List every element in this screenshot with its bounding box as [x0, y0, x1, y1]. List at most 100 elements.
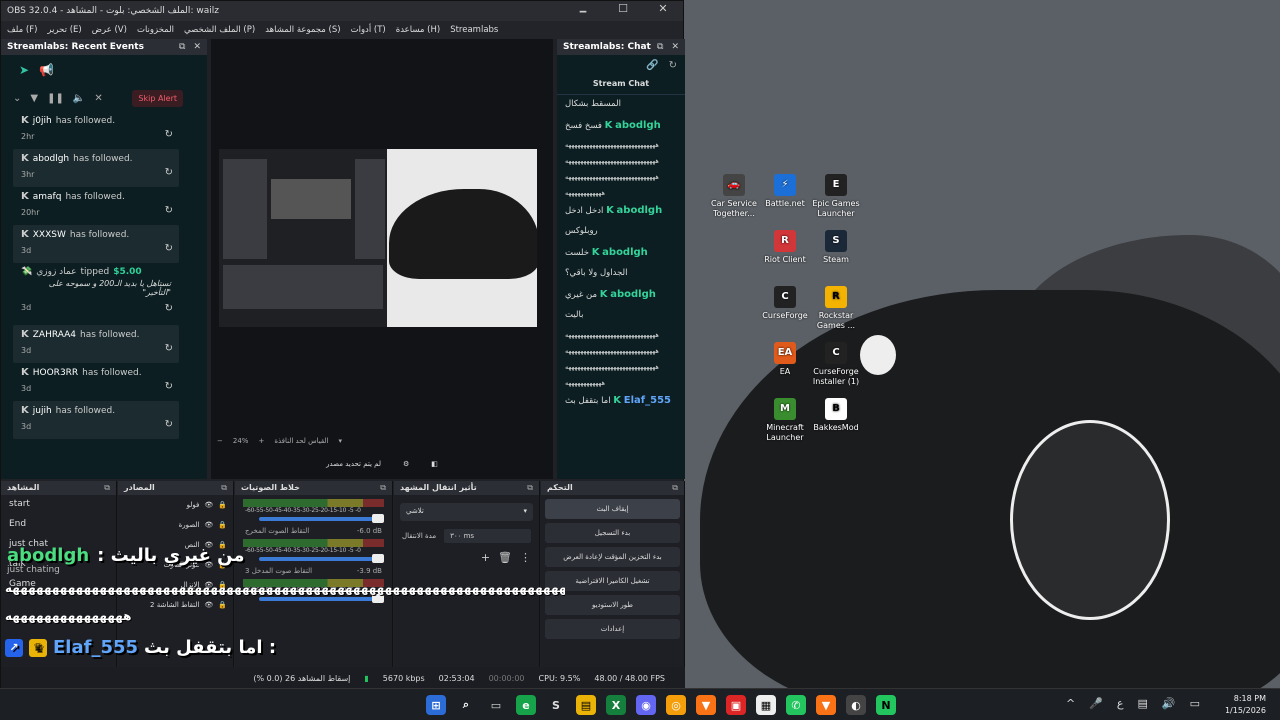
megaphone-icon[interactable]: 📢	[39, 63, 54, 77]
replay-icon[interactable]: ↻	[165, 419, 173, 430]
replay-icon[interactable]: ↻	[165, 343, 173, 354]
desktop-icon-curseforge-installer[interactable]: C CurseForge Installer (1)	[804, 342, 868, 387]
network-icon[interactable]: ▤	[1137, 697, 1147, 710]
replay-icon[interactable]: ↻	[165, 303, 173, 314]
undock-icon[interactable]: ⧉	[672, 483, 678, 493]
scene-item[interactable]: talk	[1, 555, 116, 575]
nvidia-icon[interactable]: N	[876, 695, 896, 715]
pause-icon[interactable]: ❚❚	[47, 93, 64, 104]
app-icon[interactable]: ▦	[756, 695, 776, 715]
source-item[interactable]: الإنزال 👁 🔒	[118, 575, 233, 595]
steam-taskbar-icon[interactable]: S	[546, 695, 566, 715]
gear-icon[interactable]: ⚙	[403, 460, 409, 468]
sources-dock: المصادر ⧉ فولو 👁 🔒 الصورة 👁 🔒 النص 👁 🔒 مؤثر الص…	[118, 481, 234, 667]
menu-docks[interactable]: المخزونات	[137, 25, 174, 35]
skip-alert-button[interactable]: Skip Alert	[132, 89, 183, 107]
undock-icon[interactable]: ⧉	[380, 483, 386, 493]
transition-select[interactable]: تلاشي ▾	[400, 503, 533, 521]
brave-icon[interactable]: ▼	[696, 695, 716, 715]
obs-icon[interactable]: ◐	[846, 695, 866, 715]
menu-view[interactable]: عرض (V)	[92, 25, 127, 35]
desktop-icon-steam[interactable]: S Steam	[804, 230, 868, 265]
undock-icon[interactable]: ⧉	[179, 42, 185, 52]
edge-icon[interactable]: e	[516, 695, 536, 715]
xbox-icon[interactable]: X	[606, 695, 626, 715]
scene-item[interactable]: End	[1, 515, 116, 535]
close-dock-icon[interactable]: ✕	[671, 42, 679, 52]
app-icon[interactable]: ▣	[726, 695, 746, 715]
desktop-icon-epic-games[interactable]: E Epic Games Launcher	[804, 174, 868, 219]
maximize-button[interactable]: ☐	[603, 2, 643, 21]
volume-slider[interactable]	[259, 554, 384, 563]
replay-buffer-button[interactable]: بدء التخزين المؤقت لإعادة العرض	[545, 547, 680, 567]
scene-item[interactable]: start	[1, 495, 116, 515]
undock-icon[interactable]: ⧉	[104, 483, 110, 493]
desktop-icon-rockstar[interactable]: R Rockstar Games ...	[804, 286, 868, 331]
minimize-button[interactable]: 🗕	[563, 2, 603, 21]
replay-icon[interactable]: ↻	[165, 205, 173, 216]
zoom-in-button[interactable]: +	[258, 437, 264, 445]
zoom-dropdown-icon[interactable]: ▾	[339, 437, 343, 445]
volume-icon[interactable]: 🔊	[1162, 697, 1176, 710]
search-icon[interactable]: ⌕	[456, 695, 476, 715]
volume-icon[interactable]: 🔈	[73, 93, 85, 104]
discord-icon[interactable]: ◉	[636, 695, 656, 715]
start-icon[interactable]: ⊞	[426, 695, 446, 715]
file-explorer-icon[interactable]: ▤	[576, 695, 596, 715]
zoom-out-button[interactable]: −	[217, 437, 223, 445]
filters-icon[interactable]: ◧	[431, 460, 438, 468]
volume-slider[interactable]	[259, 594, 384, 603]
replay-icon[interactable]: ↻	[165, 129, 173, 140]
source-item[interactable]: فولو 👁 🔒	[118, 495, 233, 515]
filter-icon[interactable]: ▼	[30, 93, 38, 104]
menu-tools[interactable]: أدوات (T)	[351, 25, 386, 35]
desktop-icon-bakkesmod[interactable]: B BakkesMod	[804, 398, 868, 433]
chevron-down-icon[interactable]: ⌄	[13, 93, 21, 104]
undock-icon[interactable]: ⧉	[527, 483, 533, 493]
studio-mode-button[interactable]: طور الاستوديو	[545, 595, 680, 615]
menu-file[interactable]: ملف (F)	[7, 25, 37, 35]
source-item[interactable]: مؤثر الصوت 👁 🔒	[118, 555, 233, 575]
trash-icon[interactable]: 🗑	[498, 551, 512, 564]
add-icon[interactable]: +	[481, 551, 490, 564]
replay-icon[interactable]: ↻	[165, 243, 173, 254]
link-icon[interactable]: 🔗	[646, 60, 658, 71]
refresh-icon[interactable]: ↻	[669, 60, 677, 71]
scene-item[interactable]: Game	[1, 575, 116, 595]
stop-stream-button[interactable]: إيقاف البث	[545, 499, 680, 519]
close-dock-icon[interactable]: ✕	[193, 42, 201, 52]
menu-edit[interactable]: تحرير (E)	[47, 25, 81, 35]
mute-icon[interactable]: ✕	[94, 93, 102, 104]
chrome-icon[interactable]: ◎	[666, 695, 686, 715]
source-item[interactable]: النص 👁 🔒	[118, 535, 233, 555]
undock-icon[interactable]: ⧉	[657, 42, 663, 52]
battery-icon[interactable]: ▭	[1190, 697, 1200, 710]
volume-slider[interactable]	[259, 514, 384, 523]
start-recording-button[interactable]: بدء التسجيل	[545, 523, 680, 543]
source-item[interactable]: الصورة 👁 🔒	[118, 515, 233, 535]
settings-button[interactable]: إعدادات	[545, 619, 680, 639]
more-icon[interactable]: ⋮	[520, 551, 531, 564]
menu-profile[interactable]: الملف الشخصي (P)	[184, 25, 255, 35]
fit-to-window[interactable]: القياس لحد النافذة	[274, 437, 328, 445]
menu-scene-collection[interactable]: مجموعة المشاهد (S)	[265, 25, 340, 35]
language-icon[interactable]: ع	[1117, 697, 1124, 710]
virtual-camera-button[interactable]: تشغيل الكاميرا الافتراضية	[545, 571, 680, 591]
source-item[interactable]: التقاط الشاشة 2 👁 🔒	[118, 595, 233, 615]
menu-streamlabs[interactable]: Streamlabs	[450, 25, 498, 35]
replay-icon[interactable]: ↻	[165, 381, 173, 392]
preview-area[interactable]: − 24% + القياس لحد النافذة ▾ لم يتم تحدي…	[211, 39, 553, 479]
close-button[interactable]: ✕	[643, 2, 683, 21]
whatsapp-icon[interactable]: ✆	[786, 695, 806, 715]
replay-icon[interactable]: ↻	[165, 167, 173, 178]
send-icon[interactable]: ➤	[19, 63, 29, 77]
brave-icon[interactable]: ▼	[816, 695, 836, 715]
undock-icon[interactable]: ⧉	[221, 483, 227, 493]
chevron-up-icon[interactable]: ^	[1066, 697, 1075, 710]
menu-help[interactable]: مساعدة (H)	[396, 25, 440, 35]
clock[interactable]: 8:18 PM 1/15/2026	[1225, 693, 1266, 717]
mic-icon[interactable]: 🎤	[1089, 697, 1103, 710]
duration-field[interactable]: ٣٠٠ ms	[444, 529, 531, 543]
scene-item[interactable]: just chat	[1, 535, 116, 555]
task-view-icon[interactable]: ▭	[486, 695, 506, 715]
